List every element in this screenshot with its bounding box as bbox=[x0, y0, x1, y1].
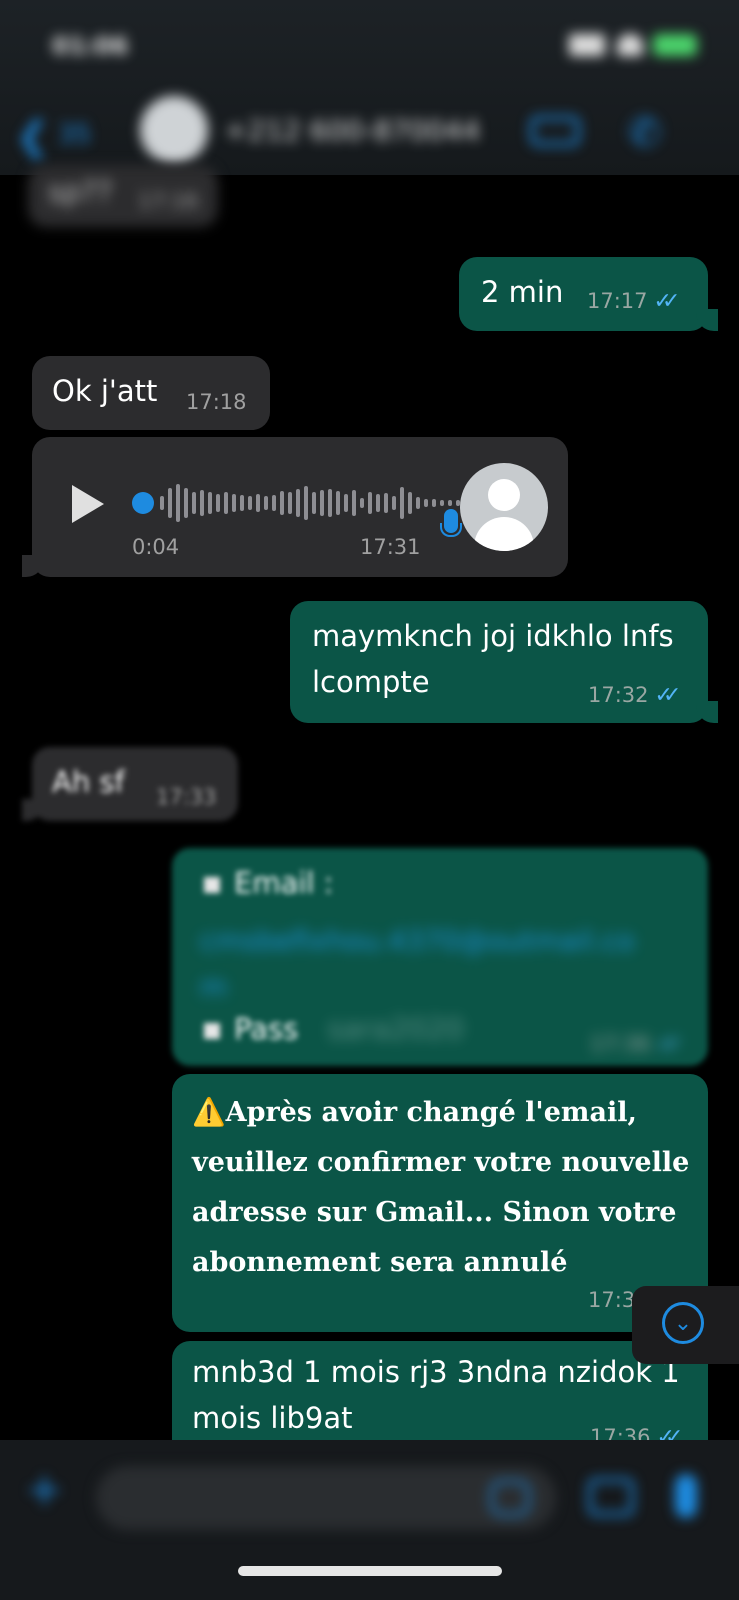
home-indicator bbox=[238, 1566, 502, 1576]
message-time: 17:32 ✓✓ bbox=[588, 683, 682, 708]
plus-icon[interactable]: + bbox=[26, 1464, 63, 1515]
message-bubble-outgoing[interactable]: maymknch joj idkhlo lnfs lcompte 17:32 ✓✓ bbox=[290, 601, 718, 723]
waveform-bar bbox=[224, 492, 228, 514]
waveform-bar bbox=[392, 496, 396, 510]
waveform-bar bbox=[184, 488, 188, 518]
waveform-bar bbox=[176, 484, 180, 522]
waveform-bar bbox=[272, 495, 276, 511]
waveform-bar bbox=[304, 486, 308, 520]
camera-icon[interactable] bbox=[588, 1478, 634, 1516]
read-ticks-icon: ✓✓ bbox=[654, 683, 682, 708]
waveform-bar bbox=[328, 489, 332, 517]
message-input[interactable] bbox=[96, 1466, 556, 1530]
message-time: 17:17 ✓✓ bbox=[587, 289, 681, 314]
play-icon[interactable] bbox=[72, 485, 104, 523]
waveform-bar bbox=[296, 489, 300, 517]
waveform-bar bbox=[384, 493, 388, 513]
message-bubble-outgoing[interactable]: 2 min 17:17 ✓✓ bbox=[459, 257, 718, 331]
message-text: Ok j'att bbox=[52, 374, 158, 408]
waveform-bar bbox=[200, 490, 204, 516]
waveform-bar bbox=[240, 495, 244, 511]
voice-message-bubble[interactable]: 0:04 17:31 bbox=[22, 437, 568, 577]
chevron-left-icon[interactable]: ❮ bbox=[16, 114, 50, 160]
battery-icon bbox=[653, 34, 697, 56]
message-bubble-incoming[interactable]: Ah sf 17:33 bbox=[22, 747, 238, 821]
waveform-bar bbox=[376, 494, 380, 512]
contact-avatar[interactable] bbox=[140, 96, 208, 164]
microphone-icon[interactable] bbox=[675, 1474, 697, 1518]
sticker-icon[interactable] bbox=[490, 1480, 530, 1516]
message-bubble-outgoing[interactable]: ⚠️Après avoir changé l'email, veuillez c… bbox=[172, 1074, 708, 1332]
sender-avatar bbox=[460, 463, 548, 551]
waveform-bar bbox=[216, 494, 220, 512]
unread-count[interactable]: 35 bbox=[58, 120, 91, 150]
waveform-bar bbox=[264, 496, 268, 510]
email-value: cmsbefixhou.4370@outmail.co m bbox=[200, 924, 635, 1003]
playhead-dot[interactable] bbox=[132, 492, 154, 514]
contact-name[interactable]: +212 600-870044 bbox=[224, 114, 480, 147]
waveform-bar bbox=[168, 488, 172, 518]
chat-header: 01:06 ❮ 35 +212 600-870044 ✆ bbox=[0, 0, 739, 175]
scroll-to-bottom-button[interactable]: ⌄ bbox=[632, 1286, 739, 1364]
phone-icon[interactable]: ✆ bbox=[628, 110, 662, 156]
signal-icon bbox=[569, 34, 605, 56]
status-bar: 01:06 bbox=[0, 20, 739, 70]
waveform-bar bbox=[344, 494, 348, 512]
waveform-bar bbox=[448, 500, 452, 506]
status-time: 01:06 bbox=[52, 32, 129, 60]
waveform-bar bbox=[232, 494, 236, 512]
waveform-bar bbox=[280, 491, 284, 515]
waveform-bar bbox=[160, 496, 164, 510]
waveform-bar bbox=[360, 498, 364, 508]
message-text: sp?? bbox=[48, 175, 113, 209]
message-input-bar: + bbox=[0, 1440, 739, 1600]
waveform-bar bbox=[248, 496, 252, 510]
waveform-bar bbox=[192, 492, 196, 514]
waveform-bar bbox=[432, 499, 436, 507]
voice-waveform[interactable] bbox=[132, 481, 460, 525]
video-camera-icon[interactable] bbox=[530, 116, 580, 146]
waveform-bar bbox=[408, 492, 412, 514]
waveform-bar bbox=[424, 499, 428, 507]
voice-duration: 0:04 bbox=[132, 535, 180, 559]
waveform-bar bbox=[440, 500, 444, 506]
waveform-bar bbox=[288, 492, 292, 514]
microphone-icon bbox=[440, 509, 462, 537]
waveform-bar bbox=[368, 492, 372, 514]
pass-line: Pass sara2020 bbox=[204, 1006, 464, 1052]
waveform-bar bbox=[208, 492, 212, 514]
message-text: 2 min bbox=[481, 275, 564, 309]
message-time: 17:33 bbox=[156, 785, 217, 809]
waveform-bar bbox=[400, 487, 404, 519]
message-time: 17:18 bbox=[186, 390, 247, 414]
waveform-bar bbox=[320, 490, 324, 516]
chevron-down-icon: ⌄ bbox=[662, 1302, 704, 1344]
wifi-icon bbox=[617, 34, 643, 56]
waveform-bar bbox=[312, 492, 316, 514]
read-ticks-icon: ✓✓ bbox=[653, 289, 681, 314]
status-icons bbox=[569, 34, 699, 58]
waveform-bar bbox=[352, 490, 356, 516]
message-time: 17:3 bbox=[588, 1288, 636, 1312]
message-time: 17:31 bbox=[360, 535, 421, 559]
warning-text: ⚠️Après avoir changé l'email, veuillez c… bbox=[192, 1097, 690, 1278]
waveform-bar bbox=[336, 491, 340, 515]
message-time: 17:16 bbox=[138, 189, 199, 213]
message-bubble-outgoing[interactable]: Email : cmsbefixhou.4370@outmail.co m Pa… bbox=[172, 848, 708, 1066]
waveform-bar bbox=[416, 497, 420, 509]
message-time: 17:36 ✓✓ bbox=[590, 1032, 683, 1057]
nav-bar: ❮ 35 +212 600-870044 ✆ bbox=[0, 90, 739, 170]
message-bubble-incoming[interactable]: Ok j'att 17:18 bbox=[32, 356, 270, 430]
email-line: Email : bbox=[204, 860, 333, 906]
waveform-bar bbox=[256, 494, 260, 512]
message-text: Ah sf bbox=[52, 765, 125, 799]
message-bubble-incoming[interactable]: sp?? 17:16 bbox=[28, 165, 218, 227]
